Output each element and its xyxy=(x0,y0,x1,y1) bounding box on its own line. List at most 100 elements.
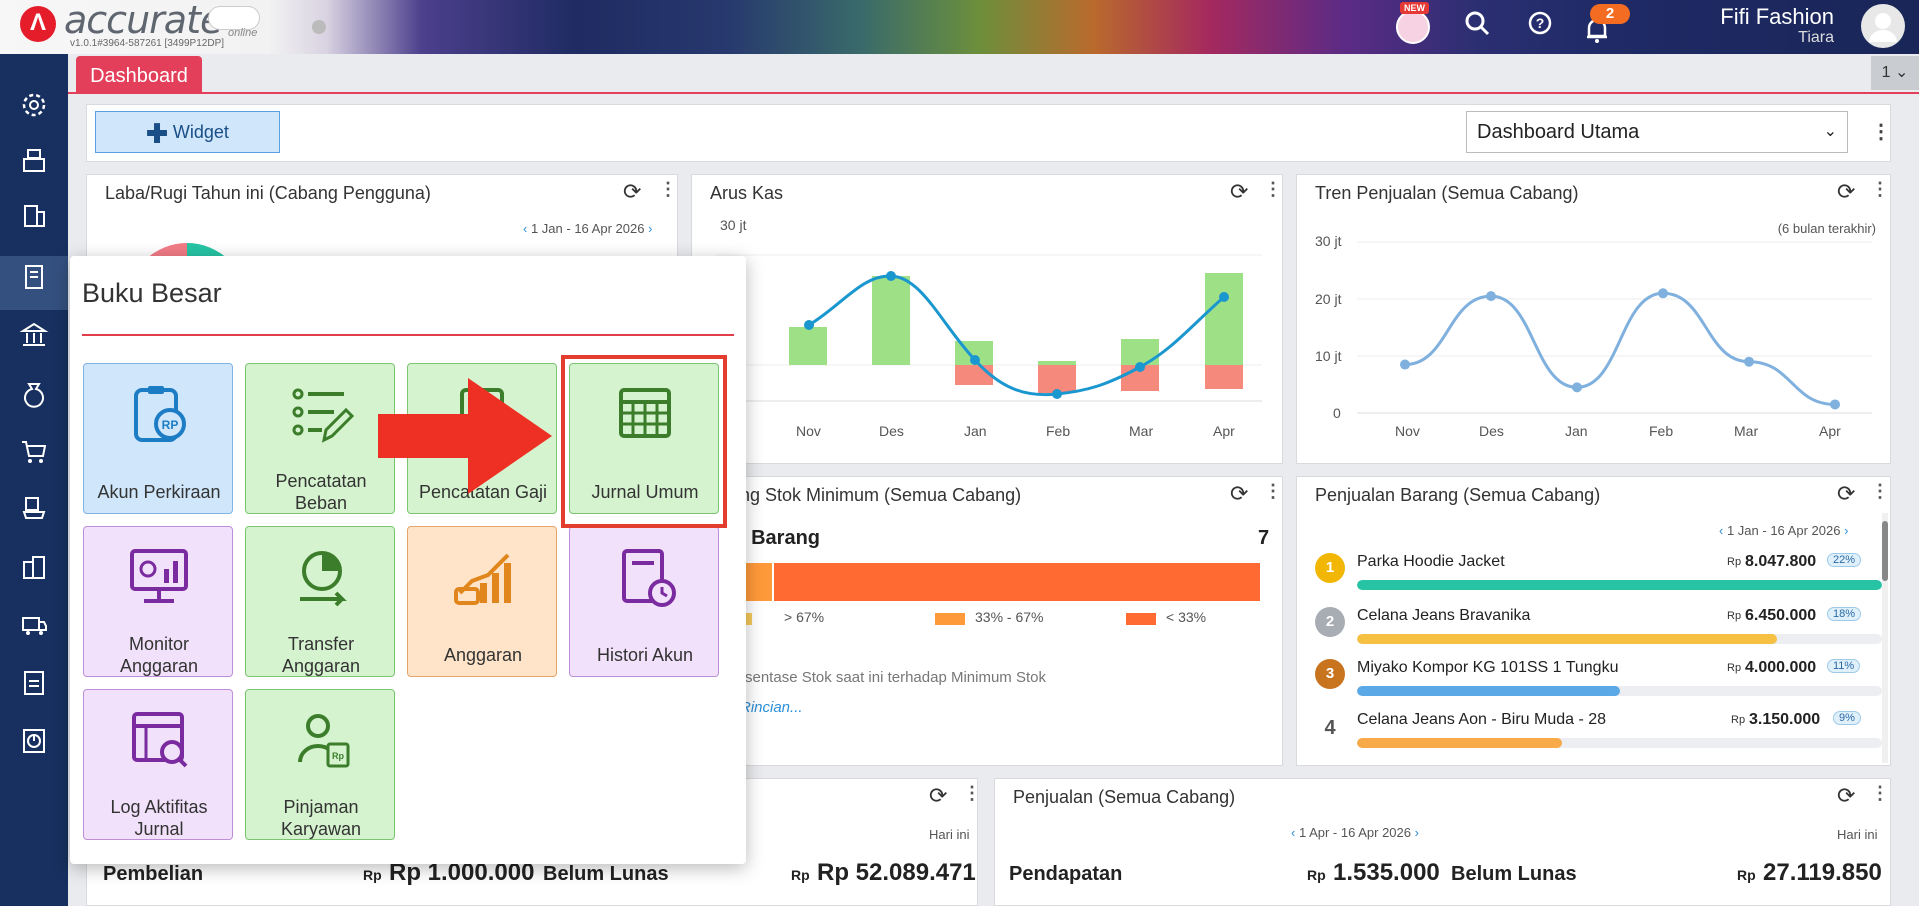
penjualan-barang-card: Penjualan Barang (Semua Cabang) ⟳ ⋮ ‹ 1 … xyxy=(1296,476,1891,766)
trend-line xyxy=(1404,291,1836,406)
sidebar-item-settings[interactable] xyxy=(0,84,68,138)
scrollbar-thumb[interactable] xyxy=(1882,521,1888,581)
trend-point-feb xyxy=(1658,288,1668,299)
sidebar-item-tax[interactable] xyxy=(0,662,68,716)
tile-log-aktifitas-jurnal[interactable]: Log Aktifitas Jurnal xyxy=(83,689,233,840)
x-tick: Des xyxy=(879,423,904,439)
tile-anggaran[interactable]: Anggaran xyxy=(407,526,557,677)
refresh-icon[interactable]: ⟳ xyxy=(929,783,947,809)
date-range[interactable]: ‹ 1 Apr - 16 Apr 2026 › xyxy=(1291,825,1419,840)
refresh-icon[interactable]: ⟳ xyxy=(623,179,641,205)
card-title: ng Stok Minimum (Semua Cabang) xyxy=(740,485,1022,505)
details-link[interactable]: Rincian... xyxy=(740,699,803,716)
prev-icon: ‹ xyxy=(523,221,528,236)
date-range-text: 1 Apr - 16 Apr 2026 xyxy=(1298,825,1411,840)
tab-dashboard[interactable]: Dashboard xyxy=(76,56,202,94)
bar-out-apr xyxy=(1205,365,1243,389)
sidebar-item-bank[interactable] xyxy=(0,314,68,368)
stock-note: rsentase Stok saat ini terhadap Minimum … xyxy=(740,669,1046,686)
sidebar-item-sales[interactable] xyxy=(0,488,68,542)
accurate-logo-icon[interactable]: Λ xyxy=(20,6,56,42)
tile-label: Akun Perkiraan xyxy=(97,482,221,502)
dashboard-select[interactable]: Dashboard Utama ⌄ xyxy=(1466,111,1848,153)
card-more-icon[interactable]: ⋮ xyxy=(1264,481,1282,502)
sidebar-item-inventory[interactable] xyxy=(0,546,68,600)
bar-in-nov xyxy=(789,327,827,365)
x-tick: Nov xyxy=(796,423,821,439)
currency-label: Rp xyxy=(791,867,810,883)
tile-histori-akun[interactable]: Histori Akun xyxy=(569,526,719,677)
sidebar-item-ledger[interactable] xyxy=(0,256,68,310)
history-book-icon xyxy=(622,549,676,607)
refresh-icon[interactable]: ⟳ xyxy=(1837,481,1855,507)
tile-label-line1: Pencatatan xyxy=(275,471,367,491)
tile-transfer-anggaran[interactable]: Transfer Anggaran xyxy=(245,526,395,677)
sidebar-item-expense[interactable] xyxy=(0,372,68,426)
add-widget-button[interactable]: ✚ Widget xyxy=(95,111,280,153)
x-tick: Feb xyxy=(1649,423,1674,439)
tab-count-dropdown[interactable]: 1 ⌄ xyxy=(1871,56,1919,90)
scrollbar[interactable] xyxy=(1882,513,1888,763)
bar-in-des xyxy=(872,276,910,365)
gold-medal-icon: 1 xyxy=(1315,553,1345,583)
user-name[interactable]: Fifi Fashion xyxy=(1720,4,1834,30)
sidebar-item-company[interactable] xyxy=(0,194,68,248)
card-title: Penjualan (Semua Cabang) xyxy=(1013,787,1236,807)
card-title: Laba/Rugi Tahun ini (Cabang Pengguna) xyxy=(105,183,431,203)
legend-high: > 67% xyxy=(784,609,825,625)
svg-text:RP: RP xyxy=(162,418,179,432)
trend-point-jan xyxy=(1572,382,1582,393)
avatar[interactable] xyxy=(1861,4,1905,48)
legend-low: < 33% xyxy=(1166,609,1207,625)
tile-akun-perkiraan[interactable]: RP Akun Perkiraan xyxy=(83,363,233,514)
card-more-icon[interactable]: ⋮ xyxy=(659,179,677,200)
mascot-icon[interactable] xyxy=(1396,10,1430,44)
currency-label: Rp xyxy=(1737,867,1756,883)
sidebar-item-purchase[interactable] xyxy=(0,430,68,484)
tile-pinjaman-karyawan[interactable]: Rp Pinjaman Karyawan xyxy=(245,689,395,840)
trend-point-nov xyxy=(1400,359,1410,370)
tile-label: Histori Akun xyxy=(596,645,694,665)
sidebar-item-assets[interactable] xyxy=(0,604,68,658)
brand-sub: online xyxy=(228,27,258,39)
revenue-value: 1.535.000 xyxy=(1333,859,1440,886)
status-dot-icon xyxy=(312,20,326,34)
unpaid-value: Rp 52.089.471 xyxy=(817,859,976,886)
item-bar-fill xyxy=(1357,580,1882,590)
currency-label: Rp xyxy=(1731,714,1746,726)
tile-label-line1: Log Aktifitas xyxy=(110,797,208,817)
item-value: 8.047.800 xyxy=(1745,553,1817,570)
sidebar-item-cashier[interactable] xyxy=(0,139,68,193)
item-percent: 11% xyxy=(1827,659,1861,673)
tile-pencatatan-beban[interactable]: Pencatatan Beban xyxy=(245,363,395,514)
monitor-chart-icon xyxy=(130,549,188,603)
gear-icon xyxy=(22,93,46,117)
date-range[interactable]: ‹ 1 Jan - 16 Apr 2026 › xyxy=(1719,523,1848,538)
item-bar-track xyxy=(1357,686,1882,696)
item-bar-fill xyxy=(1357,634,1777,644)
sales-cart-icon xyxy=(22,497,46,519)
search-icon[interactable] xyxy=(1460,10,1494,44)
refresh-icon[interactable]: ⟳ xyxy=(1230,481,1248,507)
money-bag-icon xyxy=(24,383,44,408)
svg-text:?: ? xyxy=(1536,15,1545,31)
card-more-icon[interactable]: ⋮ xyxy=(963,783,981,804)
item-value: 3.150.000 xyxy=(1749,711,1821,728)
next-icon: › xyxy=(648,221,653,236)
sidebar-item-reports[interactable] xyxy=(0,720,68,774)
bar-out-jan xyxy=(955,365,993,385)
toolbar-more-icon[interactable]: ⋮ xyxy=(1871,119,1891,144)
date-range[interactable]: ‹ 1 Jan - 16 Apr 2026 › xyxy=(523,221,652,236)
dashboard-select-value: Dashboard Utama xyxy=(1477,121,1640,143)
item-value: 4.000.000 xyxy=(1745,659,1817,676)
tile-label-line2: Karyawan xyxy=(280,819,362,839)
refresh-icon[interactable]: ⟳ xyxy=(1837,783,1855,809)
account-clipboard-icon: RP xyxy=(134,386,186,442)
tile-monitor-anggaran[interactable]: Monitor Anggaran xyxy=(83,526,233,677)
card-more-icon[interactable]: ⋮ xyxy=(1871,481,1889,502)
currency-label: Rp xyxy=(1727,610,1742,622)
brand-name: accurate xyxy=(64,0,223,42)
item-bar-fill xyxy=(1357,738,1562,748)
card-more-icon[interactable]: ⋮ xyxy=(1871,783,1889,804)
help-icon[interactable]: ? xyxy=(1523,10,1557,44)
